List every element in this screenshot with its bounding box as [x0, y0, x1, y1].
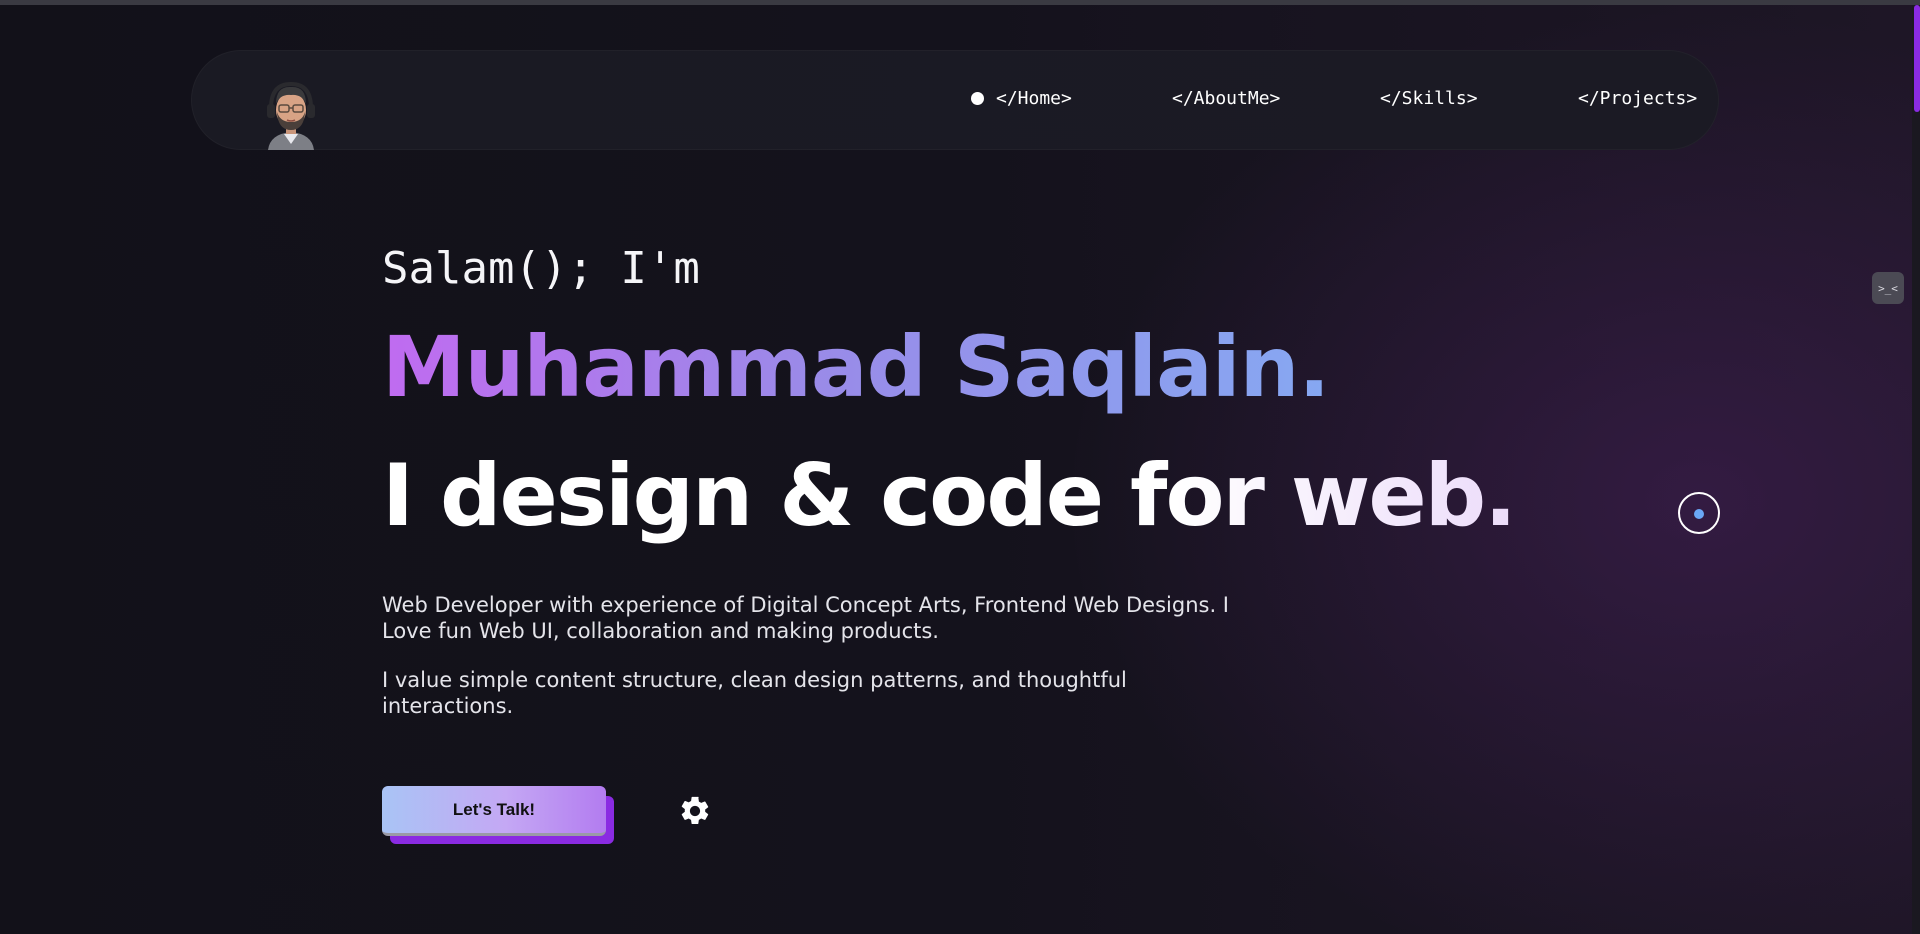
nav-item-skills[interactable]: </Skills>	[1380, 88, 1478, 109]
scrollbar-track[interactable]	[1912, 5, 1920, 934]
hero-description: Web Developer with experience of Digital…	[382, 593, 1229, 643]
nav-item-home[interactable]: </Home>	[971, 88, 1072, 109]
nav-item-projects[interactable]: </Projects>	[1578, 88, 1697, 109]
hero-greeting: Salam(); I'm	[382, 243, 700, 294]
hero-name: Muhammad Saqlain.	[382, 318, 1330, 416]
avatar-icon	[267, 81, 315, 150]
hero-values: I value simple content structure, clean …	[382, 668, 1127, 718]
lets-talk-button[interactable]: Let's Talk!	[382, 786, 606, 836]
nav-item-label: </AboutMe>	[1172, 88, 1281, 109]
scrollbar-thumb[interactable]	[1914, 5, 1920, 112]
avatar[interactable]	[262, 78, 320, 150]
browser-top-border	[0, 0, 1920, 5]
settings-button[interactable]	[678, 794, 712, 828]
nav-item-label: </Projects>	[1578, 88, 1698, 109]
side-toggle-button[interactable]: >_<	[1872, 272, 1904, 304]
nav-item-label: </Skills>	[1380, 88, 1478, 109]
nav-item-aboutme[interactable]: </AboutMe>	[1172, 88, 1280, 109]
nav-item-label: </Home>	[996, 88, 1072, 109]
custom-cursor-dot	[1694, 509, 1704, 519]
hero-tagline: I design & code for web.	[382, 446, 1517, 546]
side-toggle-label: >_<	[1878, 281, 1898, 295]
cta-wrapper: Let's Talk!	[382, 786, 614, 844]
active-indicator-dot	[971, 92, 984, 105]
navbar	[191, 50, 1719, 150]
gear-icon	[681, 796, 709, 825]
